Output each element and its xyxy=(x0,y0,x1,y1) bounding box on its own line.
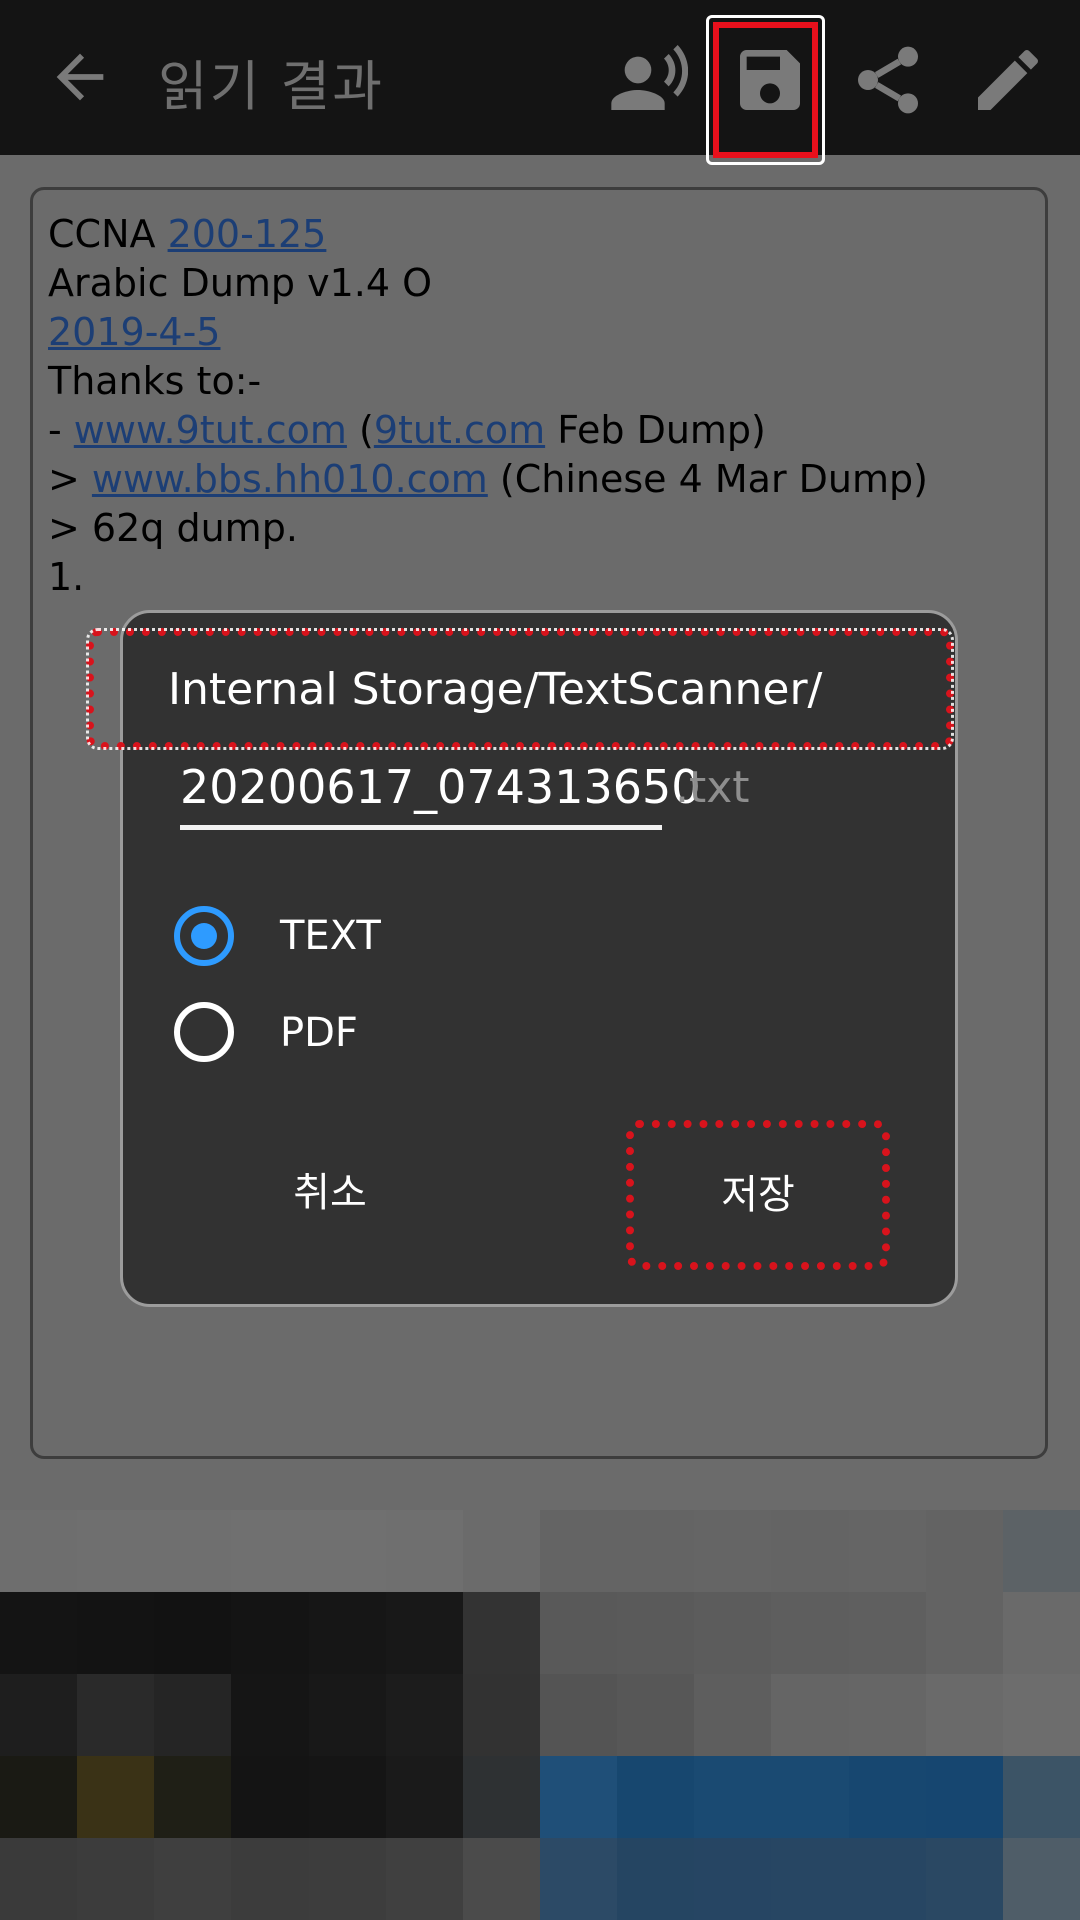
ocr-line: > 62q dump. xyxy=(48,504,928,553)
ocr-link[interactable]: www.bbs.hh010.com xyxy=(92,457,488,501)
file-extension: .txt xyxy=(675,762,750,813)
ocr-line: Arabic Dump v1.4 O xyxy=(48,259,928,308)
ocr-line: - www.9tut.com (9tut.com Feb Dump) xyxy=(48,406,928,455)
cancel-button[interactable]: 취소 xyxy=(250,1160,410,1220)
ocr-text-span: Feb Dump) xyxy=(545,408,766,452)
ocr-text-span: (Chinese 4 Mar Dump) xyxy=(488,457,928,501)
filename-input[interactable]: 20200617_074313650 xyxy=(180,760,701,814)
text-to-speech-icon[interactable] xyxy=(608,40,688,120)
page-title: 읽기 결과 xyxy=(158,42,384,121)
ocr-text-span: - xyxy=(48,408,74,452)
ocr-text-span: CCNA xyxy=(48,212,168,256)
ocr-line: 1. xyxy=(48,553,928,602)
app-bar: 읽기 결과 xyxy=(0,0,1080,155)
ocr-line: > www.bbs.hh010.com (Chinese 4 Mar Dump) xyxy=(48,455,928,504)
save-icon-highlight xyxy=(706,15,825,165)
save-button[interactable]: 저장 xyxy=(626,1120,890,1270)
radio-pdf-format[interactable] xyxy=(174,1002,234,1062)
ocr-link[interactable]: 9tut.com xyxy=(374,408,545,452)
radio-label-text[interactable]: TEXT xyxy=(280,913,381,959)
ocr-text-span: ( xyxy=(347,408,374,452)
blurred-ad-banner xyxy=(0,1510,1080,1920)
share-icon[interactable] xyxy=(848,40,928,120)
radio-text-format[interactable] xyxy=(174,906,234,966)
radio-label-pdf[interactable]: PDF xyxy=(280,1010,358,1056)
filename-underline xyxy=(180,825,662,830)
ocr-text-span: > xyxy=(48,457,92,501)
ocr-link[interactable]: 200-125 xyxy=(168,212,327,256)
ocr-text[interactable]: CCNA 200-125 Arabic Dump v1.4 O 2019-4-5… xyxy=(48,210,928,602)
ocr-line: 2019-4-5 xyxy=(48,308,928,357)
save-path[interactable]: Internal Storage/TextScanner/ xyxy=(168,664,822,715)
ocr-link[interactable]: www.9tut.com xyxy=(74,408,347,452)
edit-icon[interactable] xyxy=(968,40,1048,120)
ocr-line: Thanks to:- xyxy=(48,357,928,406)
ocr-link[interactable]: 2019-4-5 xyxy=(48,310,220,354)
ocr-line: CCNA 200-125 xyxy=(48,210,928,259)
back-arrow-icon[interactable] xyxy=(45,42,115,112)
